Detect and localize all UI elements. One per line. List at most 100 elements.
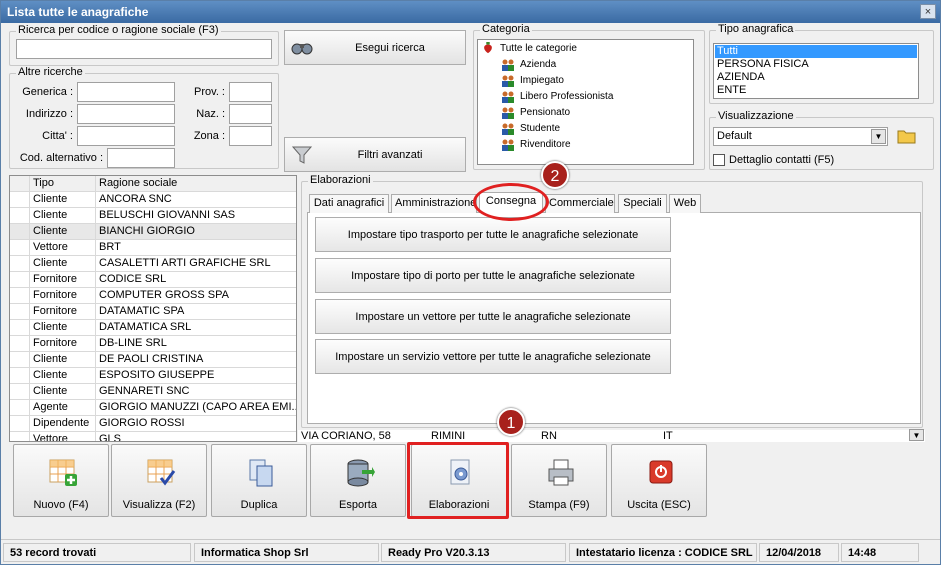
export-button[interactable]: Esporta xyxy=(310,444,406,517)
category-item-impiegato[interactable]: Impiegato xyxy=(502,73,564,89)
new-button[interactable]: Nuovo (F4) xyxy=(13,444,109,517)
table-row[interactable]: Fornitore DB-LINE SRL xyxy=(10,336,296,352)
table-row[interactable]: Cliente BELUSCHI GIOVANNI SAS xyxy=(10,208,296,224)
cell-tipo: Fornitore xyxy=(30,304,96,320)
cell-ragione-sociale: GENNARETI SNC xyxy=(96,384,296,400)
folder-icon[interactable] xyxy=(896,126,918,146)
set-port-type-button[interactable]: Impostare tipo di porto per tutte le ana… xyxy=(315,258,671,293)
category-item-rivenditore[interactable]: Rivenditore xyxy=(502,137,571,153)
search-group-title: Ricerca per codice o ragione sociale (F3… xyxy=(16,24,221,36)
button-highlight-box xyxy=(407,442,509,519)
row-indicator[interactable] xyxy=(10,400,30,416)
status-bar: 53 record trovati Informatica Shop Srl R… xyxy=(1,539,940,564)
row-indicator[interactable] xyxy=(10,416,30,432)
people-icon xyxy=(502,91,514,103)
category-item-pensionato[interactable]: Pensionato xyxy=(502,105,570,121)
row-indicator[interactable] xyxy=(10,240,30,256)
close-button[interactable]: × xyxy=(920,4,936,19)
table-row[interactable]: Fornitore DATAMATIC SPA xyxy=(10,304,296,320)
category-item-libero[interactable]: Libero Professionista xyxy=(502,89,613,105)
row-indicator[interactable] xyxy=(10,432,30,441)
row-indicator[interactable] xyxy=(10,256,30,272)
cell-ragione-sociale: CASALETTI ARTI GRAFICHE SRL xyxy=(96,256,296,272)
row-indicator[interactable] xyxy=(10,320,30,336)
row-indicator[interactable] xyxy=(10,192,30,208)
tab-amministrazione[interactable]: Amministrazione xyxy=(391,194,477,213)
table-row[interactable]: Fornitore COMPUTER GROSS SPA xyxy=(10,288,296,304)
row-indicator[interactable] xyxy=(10,336,30,352)
row-indicator[interactable] xyxy=(10,224,30,240)
row-indicator[interactable] xyxy=(10,272,30,288)
category-item-azienda[interactable]: Azienda xyxy=(502,57,557,73)
chevron-down-icon[interactable]: ▼ xyxy=(871,129,886,144)
detail-contacts-checkbox[interactable] xyxy=(713,154,725,166)
duplicate-button-label: Duplica xyxy=(240,499,278,511)
set-carrier-button[interactable]: Impostare un vettore per tutte le anagra… xyxy=(315,299,671,334)
tab-commerciale[interactable]: Commerciale xyxy=(545,194,615,213)
cell-tipo: Vettore xyxy=(30,432,96,441)
zona-field[interactable] xyxy=(229,126,272,146)
column-header-ragione-sociale[interactable]: Ragione sociale xyxy=(96,176,296,192)
row-indicator[interactable] xyxy=(10,304,30,320)
naz-field[interactable] xyxy=(229,104,272,124)
status-records: 53 record trovati xyxy=(3,543,191,562)
table-row[interactable]: Cliente DE PAOLI CRISTINA xyxy=(10,352,296,368)
category-item-all[interactable]: Tutte le categorie xyxy=(484,41,577,57)
table-row[interactable]: Fornitore CODICE SRL xyxy=(10,272,296,288)
generica-field[interactable] xyxy=(77,82,175,102)
cell-ragione-sociale: DE PAOLI CRISTINA xyxy=(96,352,296,368)
exit-button[interactable]: Uscita (ESC) xyxy=(611,444,707,517)
people-icon xyxy=(502,139,514,151)
indirizzo-field[interactable] xyxy=(77,104,175,124)
exit-icon xyxy=(649,460,673,484)
row-indicator[interactable] xyxy=(10,368,30,384)
view-button[interactable]: Visualizza (F2) xyxy=(111,444,207,517)
cell-ragione-sociale: BRT xyxy=(96,240,296,256)
category-item-studente[interactable]: Studente xyxy=(502,121,560,137)
table-row[interactable]: Cliente DATAMATICA SRL xyxy=(10,320,296,336)
people-icon xyxy=(502,75,514,87)
scroll-down-icon[interactable]: ▼ xyxy=(909,429,924,441)
table-row[interactable]: Vettore GLS xyxy=(10,432,296,441)
prov-field[interactable] xyxy=(229,82,272,102)
tab-web[interactable]: Web xyxy=(669,194,701,213)
naz-label: Naz. : xyxy=(196,108,225,120)
table-row[interactable]: Agente GIORGIO MANUZZI (CAPO AREA EMI... xyxy=(10,400,296,416)
tab-dati-anagrafici[interactable]: Dati anagrafici xyxy=(309,194,389,213)
view-select[interactable]: Default ▼ xyxy=(713,127,888,146)
generica-label: Generica : xyxy=(22,86,73,98)
tab-speciali[interactable]: Speciali xyxy=(618,194,667,213)
table-row[interactable]: Cliente ESPOSITO GIUSEPPE xyxy=(10,368,296,384)
row-indicator[interactable] xyxy=(10,384,30,400)
table-row[interactable]: Vettore BRT xyxy=(10,240,296,256)
set-transport-type-button[interactable]: Impostare tipo trasporto per tutte le an… xyxy=(315,217,671,252)
table-row[interactable]: Cliente BIANCHI GIORGIO xyxy=(10,224,296,240)
cell-ragione-sociale: GIORGIO ROSSI xyxy=(96,416,296,432)
indirizzo-label: Indirizzo : xyxy=(25,108,73,120)
table-row[interactable]: Cliente GENNARETI SNC xyxy=(10,384,296,400)
column-header-tipo[interactable]: Tipo xyxy=(30,176,96,192)
table-row[interactable]: Cliente CASALETTI ARTI GRAFICHE SRL xyxy=(10,256,296,272)
category-item-label: Azienda xyxy=(520,59,557,70)
citta-field[interactable] xyxy=(77,126,175,146)
advanced-filters-button[interactable]: Filtri avanzati xyxy=(284,137,466,172)
tipo-item-azienda[interactable]: AZIENDA xyxy=(715,71,917,84)
row-indicator[interactable] xyxy=(10,352,30,368)
search-input[interactable] xyxy=(16,39,272,59)
cell-ragione-sociale: BELUSCHI GIOVANNI SAS xyxy=(96,208,296,224)
row-indicator[interactable] xyxy=(10,208,30,224)
partial-cell-naz: IT xyxy=(663,430,673,442)
new-button-label: Nuovo (F4) xyxy=(33,499,89,511)
table-row[interactable]: Cliente ANCORA SNC xyxy=(10,192,296,208)
execute-search-button[interactable]: Esegui ricerca xyxy=(284,30,466,65)
row-indicator[interactable] xyxy=(10,288,30,304)
duplicate-button[interactable]: Duplica xyxy=(211,444,307,517)
tipo-item-ente[interactable]: ENTE xyxy=(715,84,917,97)
set-carrier-service-button[interactable]: Impostare un servizio vettore per tutte … xyxy=(315,339,671,374)
print-button[interactable]: Stampa (F9) xyxy=(511,444,607,517)
table-row[interactable]: Dipendente GIORGIO ROSSI xyxy=(10,416,296,432)
tipo-item-tutti[interactable]: Tutti xyxy=(715,45,917,58)
tipo-item-persona[interactable]: PERSONA FISICA xyxy=(715,58,917,71)
cod-alternativo-field[interactable] xyxy=(107,148,175,168)
main-window: Lista tutte le anagrafiche × Ricerca per… xyxy=(0,0,941,565)
